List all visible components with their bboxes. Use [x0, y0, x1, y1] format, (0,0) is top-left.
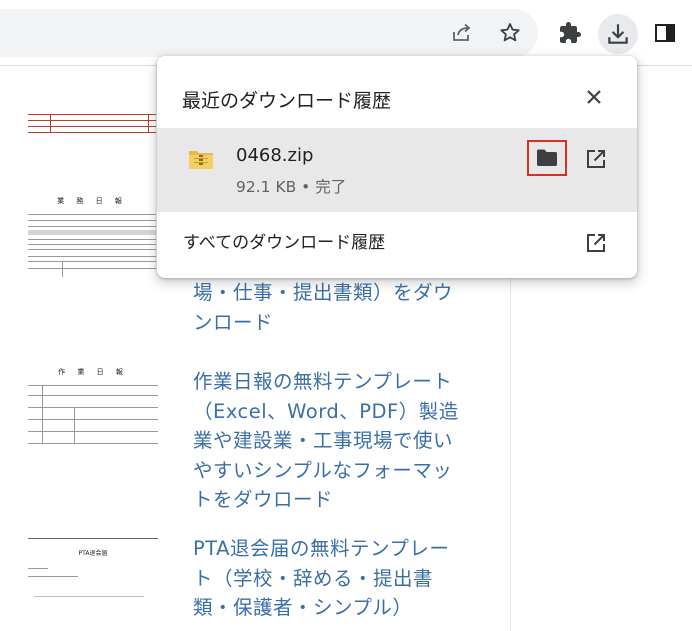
zip-file-icon: [188, 148, 214, 170]
bookmark-star-icon[interactable]: [493, 16, 527, 50]
article-thumbnail[interactable]: PTA退会届: [28, 538, 158, 613]
article-link[interactable]: 場・仕事・提出書類）をダウンロード: [193, 278, 463, 337]
article-thumbnail[interactable]: 作 業 日 報: [28, 361, 158, 457]
show-in-folder-button[interactable]: [527, 140, 567, 176]
download-file-name: 0468.zip: [236, 145, 314, 166]
share-icon[interactable]: [445, 16, 479, 50]
side-panel-icon[interactable]: [648, 16, 682, 50]
folder-icon: [537, 149, 557, 166]
article-thumbnail[interactable]: 業 務 日 報: [28, 110, 156, 280]
all-downloads-label: すべてのダウンロード履歴: [183, 233, 386, 253]
all-downloads-link[interactable]: すべてのダウンロード履歴: [157, 212, 637, 276]
extensions-puzzle-icon[interactable]: [553, 16, 587, 50]
download-status: 92.1 KB • 完了: [236, 178, 347, 196]
open-in-new-icon[interactable]: [583, 230, 609, 256]
download-bubble: 最近のダウンロード履歴 0468.zip 92.1 KB • 完了 すべてのダウ…: [157, 56, 637, 278]
download-item[interactable]: 0468.zip 92.1 KB • 完了: [157, 128, 637, 212]
open-in-new-icon[interactable]: [583, 146, 609, 172]
thumbnail-title: PTA退会届: [78, 550, 108, 557]
thumbnail-title: 作 業 日 報: [58, 368, 128, 376]
article-link[interactable]: 作業日報の無料テンプレート（Excel、Word、PDF）製造業や建設業・工事現…: [193, 367, 463, 515]
thumbnail-title: 業 務 日 報: [57, 197, 127, 205]
downloads-icon[interactable]: [598, 14, 638, 54]
download-bubble-title: 最近のダウンロード履歴: [182, 90, 392, 112]
close-icon[interactable]: [581, 84, 607, 110]
article-link[interactable]: PTA退会届の無料テンプレート（学校・辞める・提出書類・保護者・シンプル）: [193, 534, 463, 623]
